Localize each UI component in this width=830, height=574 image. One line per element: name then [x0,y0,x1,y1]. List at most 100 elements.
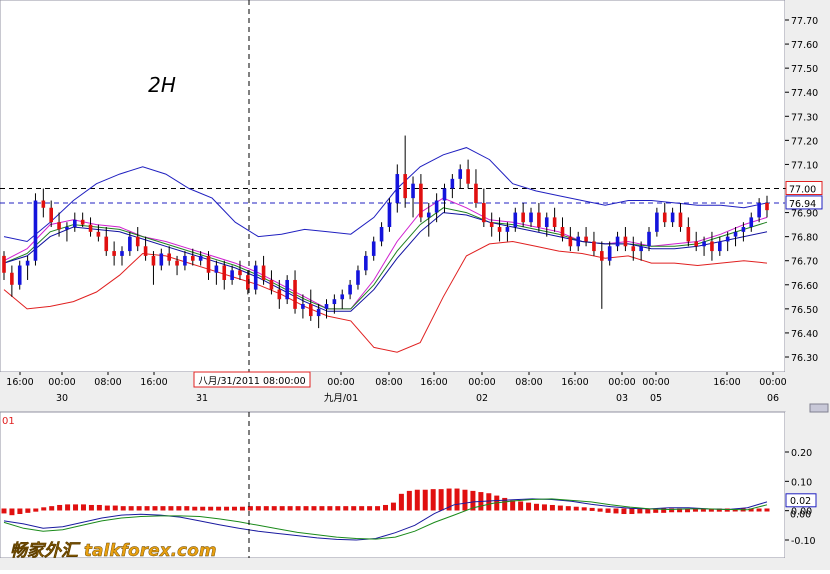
chart-title: 2H [148,73,176,97]
candle-body [544,217,549,228]
price-tick-label: 77.30 [791,112,818,123]
candle-body [757,202,761,218]
price-tick-label: 77.10 [791,160,818,171]
histogram-bar [295,506,301,511]
histogram-bar [414,489,420,511]
histogram-bar [208,506,214,511]
histogram-bar [319,506,325,511]
histogram-bar [303,506,309,511]
candle-body [505,227,510,232]
histogram-bar [518,501,524,511]
price-tick-label: 77.50 [791,64,818,75]
price-tick-label: 77.60 [791,40,818,51]
candle-body [2,255,6,273]
candle-body [112,251,116,256]
candle-body [694,241,699,247]
histogram-bar [573,506,579,511]
candle-body [183,255,187,266]
candle-body [497,227,502,232]
candle-body [190,255,195,261]
candle-body [607,246,612,261]
candle-body [57,222,61,230]
forex-chart: 2H 77.70 77.60 77.50 77.40 77.30 77.20 77.10 77… [0,0,830,570]
histogram-bar [263,506,269,511]
histogram-bar [120,506,126,511]
candle-body [686,227,691,242]
histogram-bar [438,489,444,511]
histogram-bar [144,506,150,511]
histogram-bar [216,506,222,511]
candle-body [88,224,93,232]
candle-body [49,207,53,223]
histogram-bar [756,508,762,512]
histogram-bar [335,506,341,511]
histogram-bar [192,506,198,511]
candle-body [80,219,85,225]
histogram-bar [565,506,571,511]
candle-body [238,270,242,276]
candle-body [135,236,140,247]
histogram-bar [597,508,603,512]
candle-body [293,279,297,309]
histogram-bar [25,508,31,513]
histogram-bar [510,500,516,511]
histogram-bar [621,508,627,515]
date-label: 02 [476,393,488,404]
candle-body [592,241,596,252]
histogram-bar [486,493,492,511]
histogram-bar [168,506,174,511]
crosshair-time-label: 八月/31/2011 08:00:00 [198,376,305,387]
chart-svg: 2H 77.70 77.60 77.50 77.40 77.30 77.20 77.10 77… [0,0,830,570]
candle-body [96,231,101,237]
indicator-value-label: 0.02 [790,496,811,507]
candle-body [489,222,494,228]
candle-body [442,188,447,201]
histogram-bar [557,505,563,511]
candle-body [379,227,384,242]
histogram-bar [279,506,285,511]
histogram-bar [343,506,349,511]
candle-body [521,212,525,223]
candle-body [741,227,746,232]
candle-body [387,202,392,228]
histogram-bar [41,507,47,511]
candle-body [568,236,573,247]
candle-body [560,227,565,237]
price-tick-label: 76.90 [791,209,818,220]
time-tick-label: 00:00 [468,377,495,388]
histogram-bar [375,506,381,511]
histogram-bar [176,506,182,511]
time-tick-label: 00:00 [327,377,354,388]
candle-body [584,236,588,242]
date-label: 31 [196,393,208,404]
candle-body [159,253,164,266]
price-tick-label: 76.40 [791,329,818,340]
histogram-bar [17,508,23,515]
candle-body [269,279,274,290]
candle-body [41,200,46,208]
histogram-bar [9,508,15,516]
histogram-bar [104,505,110,511]
histogram-bar [57,504,63,511]
time-tick-label: 16:00 [420,377,447,388]
histogram-bar [239,506,245,511]
histogram-bar [526,502,532,511]
histogram-bar [65,504,71,511]
candle-body [364,255,368,271]
histogram-bar [541,504,547,511]
histogram-bar [383,504,388,511]
candle-body [615,236,620,247]
candle-body [332,299,337,305]
time-tick-label: 16:00 [713,377,740,388]
candle-body [765,202,769,211]
time-tick-label: 00:00 [608,377,635,388]
candle-body [230,270,234,280]
candle-body [426,212,431,218]
candle-body [371,241,376,256]
histogram-bar [605,508,611,513]
histogram-bar [549,504,555,511]
indicator-panel [0,411,786,559]
histogram-bar [311,506,317,511]
candle-body [206,255,211,273]
panel-resize-handle[interactable] [809,403,829,413]
